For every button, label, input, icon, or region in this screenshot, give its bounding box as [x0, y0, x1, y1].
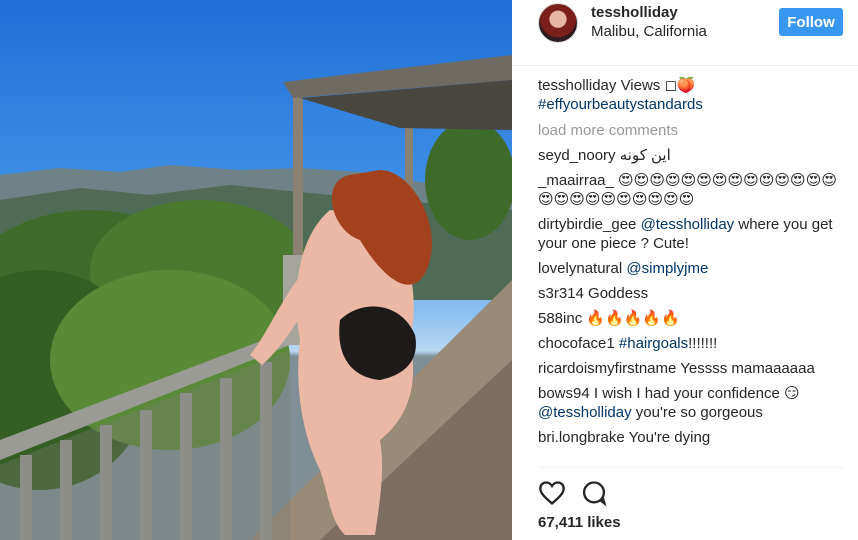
comment-text: You're dying: [628, 429, 711, 446]
heart-icon[interactable]: [538, 479, 566, 507]
comment-item: chocoface1 #hairgoals!!!!!!!: [538, 334, 846, 353]
divider: [538, 467, 844, 468]
comment-text: این کونه: [619, 147, 671, 164]
comment-mention[interactable]: @tessholliday: [641, 216, 735, 233]
comment-item: lovelynatural @simplyjme: [538, 259, 846, 278]
comment-item: dirtybirdie_gee @tessholliday where you …: [538, 215, 846, 253]
follow-button[interactable]: Follow: [779, 8, 843, 36]
comment-item: _maairraa_ 😍😍😍😍😍😍😍😍😍😍😍😍😍😍😍😍😍😍😍😍😍😍😍😍: [538, 171, 846, 209]
comment-mention[interactable]: @simplyjme: [626, 260, 708, 277]
comment-item: ricardoismyfirstname Yessss mamaaaaaa: [538, 359, 846, 378]
comment-list: tessholliday Views ◻🍑 #effyourbeautystan…: [538, 76, 846, 453]
comment-item: s3r314 Goddess: [538, 284, 846, 303]
avatar[interactable]: [538, 3, 578, 43]
comment-text: 🔥🔥🔥🔥🔥: [586, 310, 680, 327]
comment-item: bri.longbrake You're dying: [538, 428, 846, 447]
load-more-comments[interactable]: load more comments: [538, 121, 846, 140]
caption: tessholliday Views ◻🍑 #effyourbeautystan…: [538, 76, 846, 114]
comment-username[interactable]: ricardoismyfirstname: [538, 360, 676, 377]
comment-hashtag[interactable]: #hairgoals: [619, 335, 688, 352]
comment-mention[interactable]: @tessholliday: [538, 404, 632, 421]
caption-text: Views ◻🍑: [620, 77, 696, 94]
comment-username[interactable]: bows94: [538, 385, 590, 402]
caption-username[interactable]: tessholliday: [538, 77, 616, 94]
post-side-panel: tessholliday Malibu, California Follow t…: [512, 0, 858, 540]
comment-username[interactable]: 588inc: [538, 310, 582, 327]
comment-icon[interactable]: [580, 479, 608, 507]
photo-scene: [0, 55, 512, 540]
likes-count[interactable]: 67,411 likes: [538, 514, 621, 531]
post-location[interactable]: Malibu, California: [591, 23, 707, 40]
comment-item: 588inc 🔥🔥🔥🔥🔥: [538, 309, 846, 328]
comment-text: I wish I had your confidence 😏: [593, 385, 800, 402]
comment-text: Yessss mamaaaaaa: [680, 360, 815, 377]
comment-item: bows94 I wish I had your confidence 😏 @t…: [538, 384, 846, 422]
post-username[interactable]: tessholliday: [591, 4, 678, 21]
comment-username[interactable]: s3r314: [538, 285, 584, 302]
comment-username[interactable]: seyd_noory: [538, 147, 616, 164]
comment-username[interactable]: _maairraa_: [538, 172, 614, 189]
comment-username[interactable]: chocoface1: [538, 335, 615, 352]
comment-text: Goddess: [588, 285, 649, 302]
post-photo[interactable]: [0, 0, 512, 540]
comment-text: !!!!!!!: [688, 335, 718, 352]
comment-username[interactable]: dirtybirdie_gee: [538, 216, 636, 233]
comment-text-2: you're so gorgeous: [631, 404, 763, 421]
comment-username[interactable]: lovelynatural: [538, 260, 622, 277]
post-header: tessholliday Malibu, California Follow: [512, 0, 858, 66]
comment-username[interactable]: bri.longbrake: [538, 429, 625, 446]
caption-hashtag[interactable]: #effyourbeautystandards: [538, 96, 703, 113]
comment-item: seyd_noory این کونه: [538, 146, 846, 165]
